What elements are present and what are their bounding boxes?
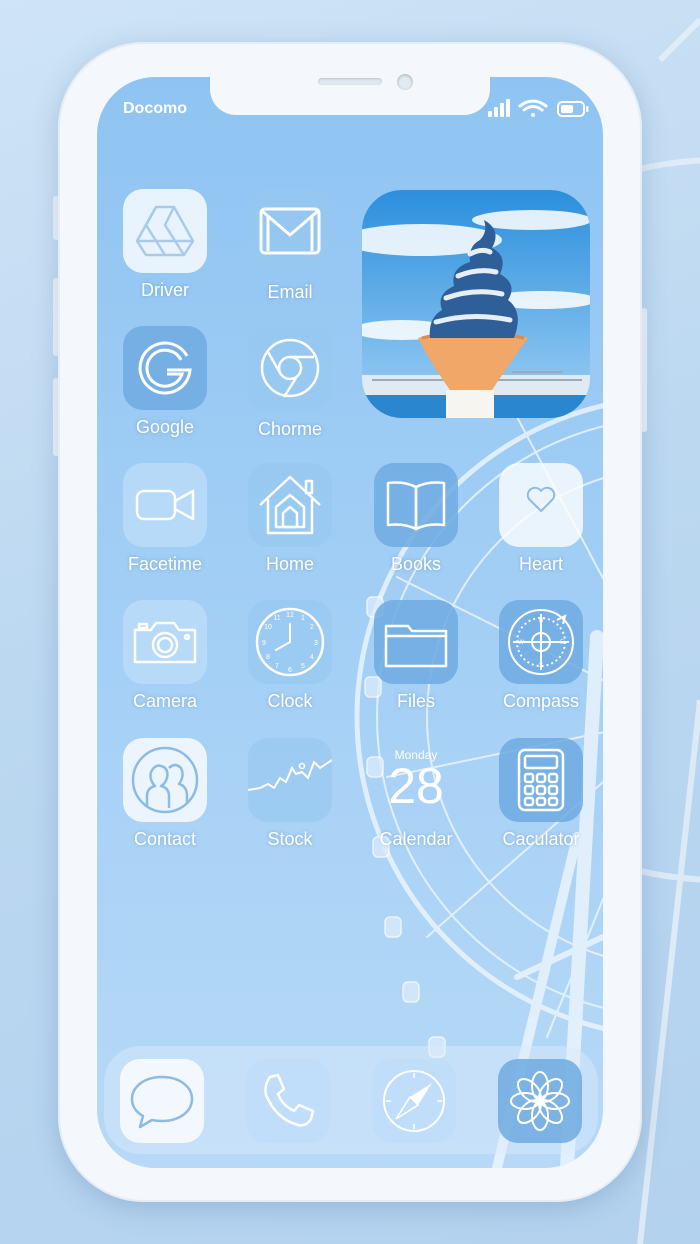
home-label: Home [265, 554, 314, 574]
clock-app-icon[interactable]: 12 1 2 345 678 9 10 11 [248, 600, 332, 684]
google-app-icon[interactable] [123, 326, 207, 410]
clock-label: Clock [267, 691, 313, 711]
chrome-app-icon[interactable] [248, 326, 332, 410]
driver-label: Driver [141, 280, 189, 300]
camera-app-icon[interactable] [123, 600, 207, 684]
compass-label: Compass [502, 691, 580, 711]
svg-text:10: 10 [264, 624, 272, 631]
svg-text:5: 5 [301, 663, 305, 670]
svg-text:S: S [539, 663, 543, 669]
camera-label: Camera [132, 691, 198, 711]
calendar-label: Calendar [379, 829, 453, 849]
clock-icon: 12 12 345 678 91011 [255, 607, 325, 677]
house-icon [259, 475, 321, 535]
calculator-app-icon[interactable] [499, 738, 583, 822]
phone-dock-icon[interactable] [246, 1059, 330, 1143]
calendar-app-icon[interactable]: Monday 28 [374, 738, 458, 822]
messages-dock-icon[interactable] [120, 1059, 204, 1143]
ice-cream-photo [362, 190, 590, 418]
heart-label: Heart [518, 554, 563, 574]
ice-cream-photo-widget[interactable] [362, 190, 590, 418]
calculator-label: Caculator [502, 829, 580, 849]
compass-app-icon[interactable]: N S W E [499, 600, 583, 684]
chrome-icon [260, 338, 320, 398]
video-camera-icon [135, 489, 195, 521]
open-book-icon [386, 481, 446, 531]
drive-icon [135, 205, 195, 257]
heart-icon [526, 486, 556, 512]
svg-text:2: 2 [310, 624, 314, 631]
google-label: Google [135, 417, 195, 437]
books-app-icon[interactable] [374, 463, 458, 547]
chrome-label: Chorme [257, 419, 323, 439]
compass-icon: N S W E [508, 609, 574, 675]
home-app-icon[interactable] [248, 463, 332, 547]
heart-app-icon[interactable] [499, 463, 583, 547]
stock-label: Stock [267, 829, 313, 849]
svg-text:11: 11 [273, 615, 280, 622]
safari-dock-icon[interactable] [372, 1059, 456, 1143]
stock-chart-icon [248, 759, 332, 791]
contact-label: Contact [133, 829, 197, 849]
speaker [318, 78, 382, 85]
svg-text:3: 3 [314, 640, 318, 647]
svg-text:8: 8 [266, 654, 270, 661]
calculator-icon [517, 748, 565, 812]
email-label: Email [267, 282, 313, 302]
svg-text:E: E [560, 640, 564, 646]
svg-text:W: W [518, 640, 524, 646]
battery-icon [557, 101, 589, 117]
driver-app-icon[interactable] [123, 189, 207, 273]
svg-text:6: 6 [288, 667, 292, 674]
photos-icon [510, 1071, 570, 1131]
gmail-icon [259, 207, 321, 255]
carrier-name: Docomo [123, 100, 187, 117]
facetime-app-icon[interactable] [123, 463, 207, 547]
svg-text:12: 12 [286, 612, 294, 619]
contact-app-icon[interactable] [123, 738, 207, 822]
front-camera [397, 74, 413, 90]
status-icons [488, 99, 589, 117]
svg-text:N: N [539, 618, 543, 624]
wifi-icon [518, 99, 548, 117]
stock-app-icon[interactable] [248, 738, 332, 822]
svg-text:9: 9 [262, 640, 266, 647]
svg-text:7: 7 [275, 663, 279, 670]
calendar-day: 28 [388, 758, 444, 814]
files-label: Files [396, 691, 435, 711]
svg-text:4: 4 [310, 654, 314, 661]
phone-icon [264, 1073, 315, 1127]
signal-icon [488, 99, 510, 117]
google-icon [138, 341, 192, 395]
facetime-label: Facetime [127, 554, 203, 574]
books-label: Books [390, 554, 442, 574]
folder-icon [384, 624, 448, 668]
photos-dock-icon[interactable] [498, 1059, 582, 1143]
messages-icon [130, 1075, 194, 1129]
safari-icon [383, 1070, 445, 1132]
contacts-icon [131, 746, 199, 814]
svg-text:1: 1 [301, 615, 305, 622]
email-app-icon[interactable] [248, 189, 332, 273]
camera-icon [133, 621, 197, 664]
files-app-icon[interactable] [374, 600, 458, 684]
